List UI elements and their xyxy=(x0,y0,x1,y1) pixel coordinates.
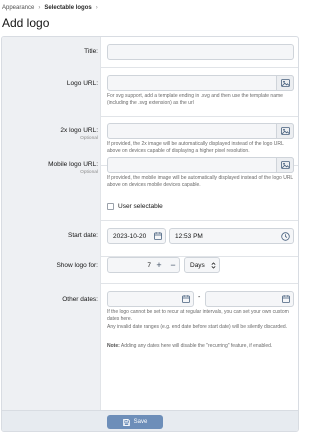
other-dates-end-input[interactable] xyxy=(205,291,294,307)
breadcrumb-separator: › xyxy=(38,5,41,11)
start-date-value: 2023-10-20 xyxy=(113,232,147,240)
calendar-icon[interactable] xyxy=(182,295,190,303)
other-dates-note: Note: Adding any dates here will disable… xyxy=(107,343,294,350)
divider xyxy=(101,283,298,284)
logo-2x-image-button[interactable] xyxy=(276,123,294,139)
image-icon xyxy=(280,127,290,135)
image-icon xyxy=(280,79,290,87)
show-for-value: 7 xyxy=(147,261,151,269)
start-date-input[interactable]: 2023-10-20 xyxy=(107,228,166,244)
user-selectable-label[interactable]: User selectable xyxy=(118,203,163,210)
divider xyxy=(101,116,298,117)
add-logo-form: Title: Logo URL: For svg support, add a … xyxy=(1,36,299,432)
mobile-logo-image-button[interactable] xyxy=(276,157,294,173)
logo-2x-input[interactable] xyxy=(107,123,294,139)
show-for-label: Show logo for: xyxy=(56,262,98,269)
start-time-value: 12:53 PM xyxy=(175,232,203,240)
logo-2x-optional: Optional xyxy=(80,136,98,141)
other-dates-help-invalid: Any invalid date ranges (e.g. end date b… xyxy=(107,324,288,330)
breadcrumb: Appearance › Selectable logos › xyxy=(2,3,102,13)
mobile-logo-optional: Optional xyxy=(80,170,98,175)
user-selectable-checkbox[interactable] xyxy=(107,203,114,210)
divider xyxy=(101,220,298,221)
other-dates-help: If the logo cannot be set to recur at re… xyxy=(107,309,289,322)
save-icon xyxy=(122,418,130,426)
mobile-logo-help: If provided, the mobile image will be au… xyxy=(107,175,294,188)
breadcrumb-item-selectable-logos[interactable]: Selectable logos xyxy=(44,5,91,11)
page-title: Add logo xyxy=(2,16,50,30)
title-label: Title: xyxy=(84,48,98,55)
image-icon xyxy=(280,161,290,169)
save-button[interactable]: Save xyxy=(107,415,163,429)
save-button-label: Save xyxy=(133,419,148,425)
mobile-logo-input[interactable] xyxy=(107,157,294,173)
clock-icon[interactable] xyxy=(281,232,290,241)
form-label-column xyxy=(2,37,101,410)
start-date-label: Start date: xyxy=(68,232,98,239)
form-footer: Save xyxy=(2,410,298,431)
calendar-icon[interactable] xyxy=(154,232,162,240)
note-prefix: Note: xyxy=(107,343,120,349)
note-text: Adding any dates here will disable the "… xyxy=(119,343,273,349)
show-for-unit-value: Days xyxy=(190,261,205,269)
divider xyxy=(101,67,298,68)
logo-url-label: Logo URL: xyxy=(66,80,98,87)
breadcrumb-item-appearance[interactable]: Appearance xyxy=(2,5,34,11)
logo-url-help: For svg support, add a template ending i… xyxy=(107,93,283,106)
logo-2x-help: If provided, the 2x image will be automa… xyxy=(107,141,284,154)
title-input[interactable] xyxy=(107,44,294,60)
date-range-separator: - xyxy=(198,294,201,301)
logo-url-input[interactable] xyxy=(107,75,294,91)
increment-button[interactable]: + xyxy=(153,257,165,273)
logo-2x-label: 2x logo URL: xyxy=(60,127,98,134)
calendar-icon[interactable] xyxy=(282,295,290,303)
logo-url-image-button[interactable] xyxy=(276,75,294,91)
start-time-input[interactable]: 12:53 PM xyxy=(169,228,294,244)
mobile-logo-label: Mobile logo URL: xyxy=(48,161,98,168)
other-dates-start-input[interactable] xyxy=(107,291,194,307)
show-for-unit-select[interactable]: Days xyxy=(184,257,220,273)
other-dates-label: Other dates: xyxy=(62,296,98,303)
chevron-updown-icon xyxy=(211,262,216,269)
decrement-button[interactable]: − xyxy=(167,257,179,273)
breadcrumb-separator: › xyxy=(95,5,98,11)
